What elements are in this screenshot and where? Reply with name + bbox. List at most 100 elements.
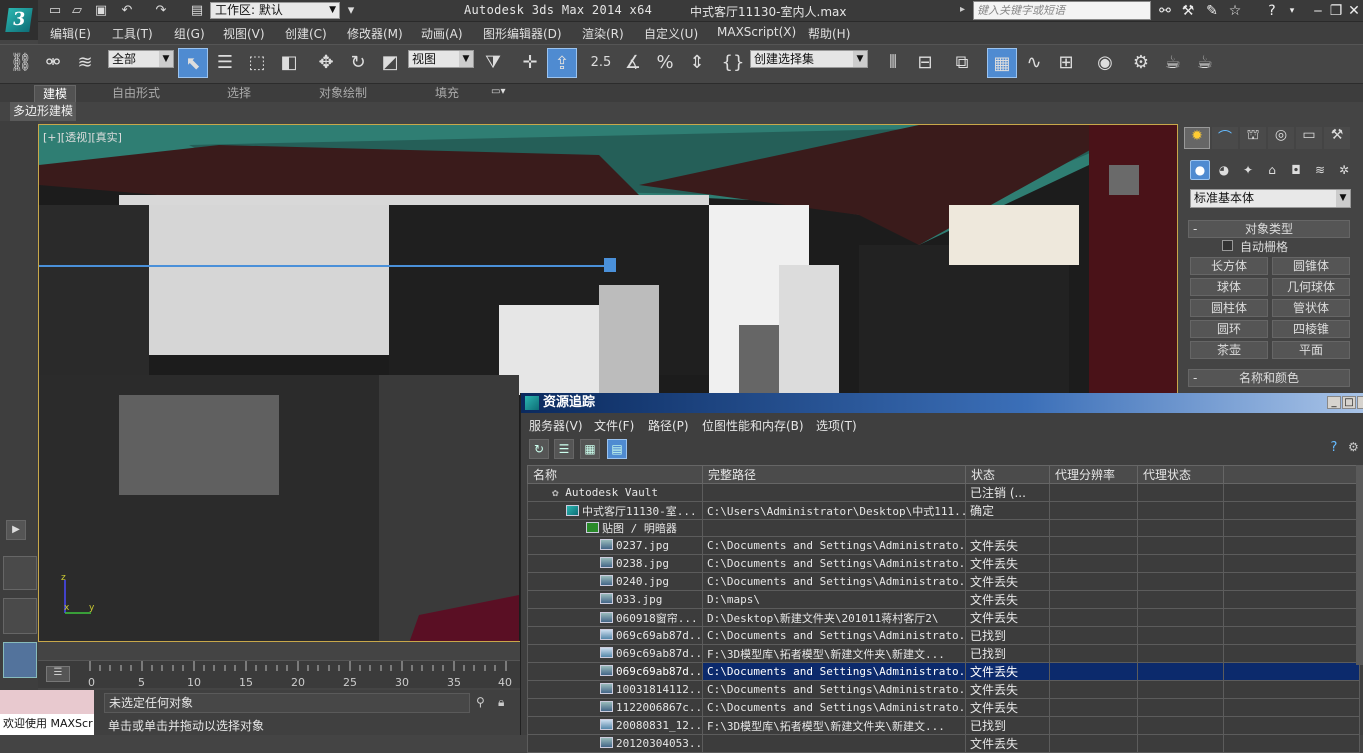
ribbon-tab-object-paint[interactable]: 对象绘制 — [319, 85, 367, 102]
tools-icon[interactable]: ⚙ — [1348, 440, 1363, 458]
refresh-icon[interactable]: ↻ — [529, 439, 549, 459]
layer-manager-icon[interactable]: ⧉ — [947, 48, 977, 78]
table-row[interactable]: 贴图 / 明暗器 — [527, 519, 1360, 537]
column-header-name[interactable]: 名称 — [527, 465, 703, 484]
favorites-star-icon[interactable]: ☆ — [1225, 2, 1245, 20]
window-close-icon[interactable] — [1357, 396, 1363, 409]
asset-menu-server[interactable]: 服务器(V) — [529, 417, 583, 434]
helpers-icon[interactable]: ◘ — [1286, 160, 1306, 180]
menu-create[interactable]: 创建(C) — [285, 25, 327, 42]
menu-help[interactable]: 帮助(H) — [808, 25, 850, 42]
shapes-icon[interactable]: ◕ — [1214, 160, 1234, 180]
workspace-dropdown[interactable]: 工作区: 默认 ▼ — [210, 2, 340, 19]
select-object-icon[interactable]: ⬉ — [178, 48, 208, 78]
menu-group[interactable]: 组(G) — [174, 25, 205, 42]
window-maximize-icon[interactable]: □ — [1342, 396, 1356, 409]
table-row[interactable]: 20080831_12... F:\3D模型库\拓者模型\新建文件夹\新建文...… — [527, 716, 1360, 735]
project-folder-icon[interactable]: ▤ — [188, 2, 206, 20]
quick-access-more-icon[interactable]: ▾ — [342, 2, 360, 20]
menu-rendering[interactable]: 渲染(R) — [582, 25, 624, 42]
help-icon[interactable]: ? — [1262, 2, 1282, 20]
name-color-rollout[interactable]: - 名称和颜色 — [1188, 369, 1350, 387]
isolate-selection-icon[interactable]: ⚲ — [476, 695, 492, 711]
undo-icon[interactable]: ↶ — [118, 2, 136, 20]
table-row[interactable]: ✿ Autodesk Vault 已注销 (... — [527, 483, 1360, 502]
selection-filter-dropdown[interactable]: 全部 ▼ — [108, 50, 174, 68]
close-icon[interactable]: ✕ — [1344, 2, 1363, 20]
list-view-icon[interactable]: ☰ — [554, 439, 574, 459]
search-input[interactable]: 键入关键字或短语 — [973, 1, 1151, 20]
column-header-proxy-status[interactable]: 代理状态 — [1137, 465, 1224, 484]
search-expand-icon[interactable]: ▸ — [960, 4, 965, 15]
object-type-rollout[interactable]: - 对象类型 — [1188, 220, 1350, 238]
ribbon-subtab-poly-modeling[interactable]: 多边形建模 — [10, 102, 77, 121]
create-cone-button[interactable]: 圆锥体 — [1272, 257, 1350, 275]
create-cylinder-button[interactable]: 圆柱体 — [1190, 299, 1268, 317]
menu-tools[interactable]: 工具(T) — [112, 25, 153, 42]
menu-modifiers[interactable]: 修改器(M) — [347, 25, 403, 42]
space-warps-icon[interactable]: ≋ — [1310, 160, 1330, 180]
hierarchy-tab-icon[interactable]: ⛫ — [1240, 127, 1266, 149]
table-row[interactable]: 060918窗帘... D:\Desktop\新建文件夹\201011蒋村客厅2\… — [527, 608, 1360, 627]
viewport-layout-single-icon[interactable] — [3, 556, 37, 590]
scale-icon[interactable]: ◩ — [375, 48, 405, 78]
table-row[interactable]: 033.jpg D:\maps\ 文件丢失 — [527, 590, 1360, 609]
align-icon[interactable]: ⊟ — [910, 48, 940, 78]
menu-animation[interactable]: 动画(A) — [421, 25, 463, 42]
reference-coordinate-dropdown[interactable]: 视图 ▼ — [408, 50, 474, 68]
ribbon-tab-modeling[interactable]: 建模 — [34, 85, 77, 102]
schematic-view-icon[interactable]: ⊞ — [1051, 48, 1081, 78]
named-selection-dropdown[interactable]: 创建选择集 ▼ — [750, 50, 868, 68]
communication-icon[interactable]: ✎ — [1202, 2, 1222, 20]
ribbon-options-icon[interactable]: ▭▾ — [491, 86, 513, 100]
window-crossing-icon[interactable]: ◧ — [274, 48, 304, 78]
select-by-name-icon[interactable]: ☰ — [210, 48, 240, 78]
angle-snap-icon[interactable]: ∡ — [618, 48, 648, 78]
cameras-icon[interactable]: ⌂ — [1262, 160, 1282, 180]
open-file-icon[interactable]: ▱ — [68, 2, 86, 20]
thumbnail-view-icon[interactable]: ▦ — [580, 439, 600, 459]
ribbon-tab-selection[interactable]: 选择 — [227, 85, 251, 102]
table-row[interactable]: 0237.jpg C:\Documents and Settings\Admini… — [527, 536, 1360, 555]
move-icon[interactable]: ✥ — [311, 48, 341, 78]
new-file-icon[interactable]: ▭ — [46, 2, 64, 20]
graphite-toggle-icon[interactable]: ▦ — [987, 48, 1017, 78]
motion-tab-icon[interactable]: ◎ — [1268, 127, 1294, 149]
bind-space-warp-icon[interactable]: ≋ — [70, 48, 100, 78]
help-icon[interactable]: ? — [1325, 440, 1343, 458]
modify-tab-icon[interactable]: ⌒ — [1212, 127, 1238, 149]
maxscript-listener-mini[interactable] — [0, 690, 94, 714]
edit-named-selection-icon[interactable]: {} — [718, 48, 748, 78]
table-row[interactable]: 0240.jpg C:\Documents and Settings\Admini… — [527, 572, 1360, 591]
curve-editor-mini-icon[interactable]: ☰ — [46, 666, 70, 682]
manipulate-icon[interactable]: ✛ — [515, 48, 545, 78]
minimize-icon[interactable]: ‒ — [1308, 2, 1328, 20]
auto-grid-checkbox[interactable] — [1222, 240, 1233, 251]
table-row[interactable]: 069c69ab87d... C:\Documents and Settings\… — [527, 626, 1360, 645]
rectangular-selection-icon[interactable]: ⬚ — [242, 48, 272, 78]
material-editor-icon[interactable]: ◉ — [1090, 48, 1120, 78]
column-header-status[interactable]: 状态 — [965, 465, 1050, 484]
asset-table-scrollbar[interactable] — [1356, 465, 1363, 665]
ribbon-tab-freeform[interactable]: 自由形式 — [112, 85, 160, 102]
maxscript-input[interactable]: 欢迎使用 MAXScr — [0, 714, 94, 735]
menu-edit[interactable]: 编辑(E) — [50, 25, 91, 42]
viewport-label[interactable]: [+][透视][真实] — [43, 129, 122, 145]
utilities-tab-icon[interactable]: ⚒ — [1324, 127, 1350, 149]
link-icon[interactable]: ⛓ — [6, 48, 36, 78]
ribbon-tab-populate[interactable]: 填充 — [435, 85, 459, 102]
table-row[interactable]: 069c69ab87d... F:\3D模型库\拓者模型\新建文件夹\新建文...… — [527, 644, 1360, 663]
asset-menu-file[interactable]: 文件(F) — [594, 417, 634, 434]
rendered-frame-icon[interactable]: ☕ — [1158, 48, 1188, 78]
asset-menu-bitmap-performance[interactable]: 位图性能和内存(B) — [702, 417, 804, 434]
window-minimize-icon[interactable]: _ — [1327, 396, 1341, 409]
percent-snap-icon[interactable]: % — [650, 48, 680, 78]
mirror-icon[interactable]: ⫴ — [878, 48, 908, 78]
pivot-center-icon[interactable]: ⧩ — [478, 48, 508, 78]
object-category-dropdown[interactable]: 标准基本体 ▼ — [1190, 189, 1351, 208]
binoculars-icon[interactable]: ⚯ — [1155, 2, 1175, 20]
menu-maxscript[interactable]: MAXScript(X) — [717, 25, 796, 39]
menu-customize[interactable]: 自定义(U) — [644, 25, 698, 42]
menu-views[interactable]: 视图(V) — [223, 25, 265, 42]
save-icon[interactable]: ▣ — [92, 2, 110, 20]
